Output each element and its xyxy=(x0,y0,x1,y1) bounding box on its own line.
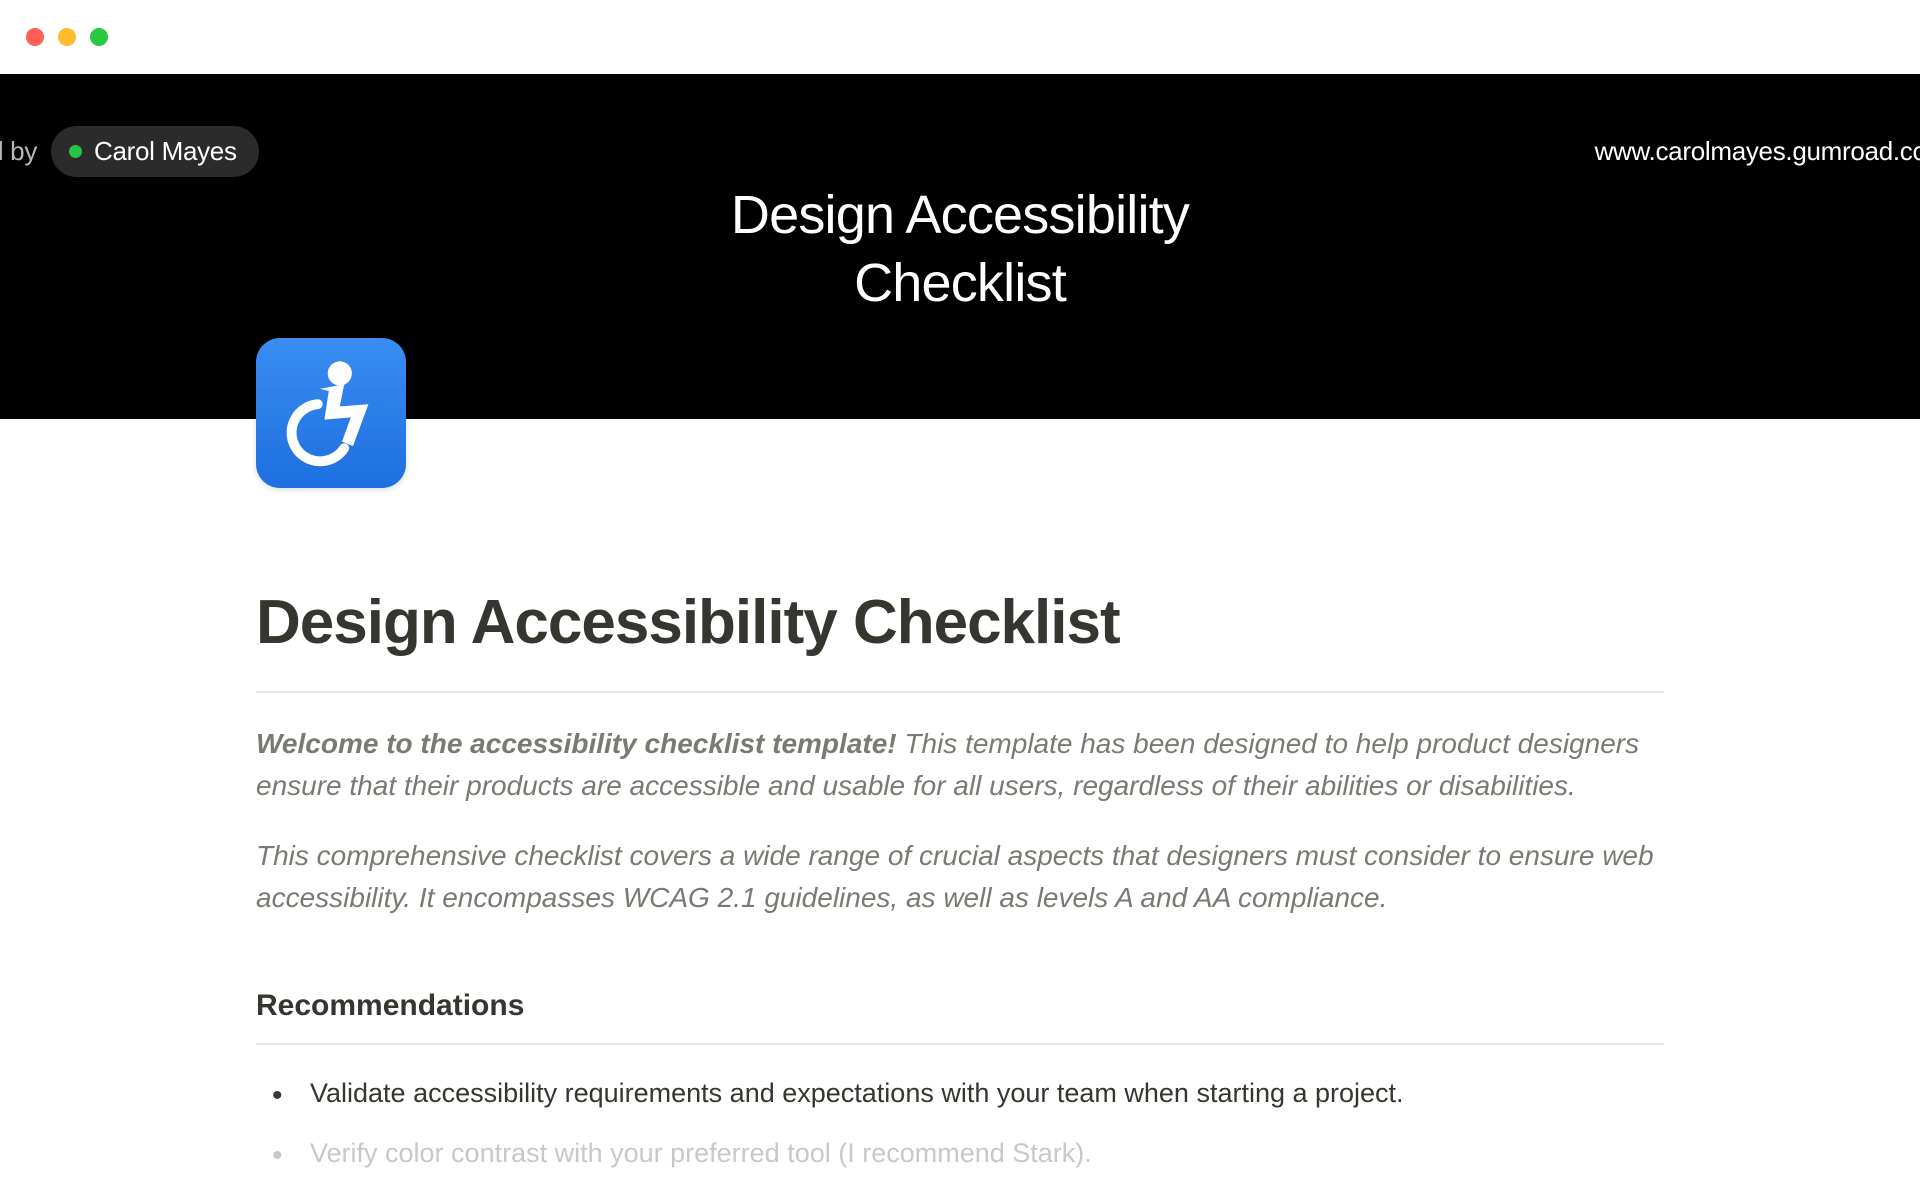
fullscreen-window-button[interactable] xyxy=(90,28,108,46)
page-content: Design Accessibility Checklist Welcome t… xyxy=(0,419,1920,1175)
divider xyxy=(256,691,1664,693)
list-item: Validate accessibility requirements and … xyxy=(272,1073,1664,1115)
page-icon-accessibility[interactable] xyxy=(256,338,406,488)
created-by-label: ted by xyxy=(0,136,37,167)
author-pill[interactable]: Carol Mayes xyxy=(51,126,259,177)
site-url[interactable]: www.carolmayes.gumroad.com xyxy=(1595,136,1920,167)
wheelchair-icon xyxy=(276,358,386,468)
window-titlebar xyxy=(0,0,1920,74)
intro-paragraph-2: This comprehensive checklist covers a wi… xyxy=(256,835,1664,919)
cover-title: Design Accessibility Checklist xyxy=(0,182,1920,317)
status-dot-icon xyxy=(69,145,82,158)
intro-paragraph-1: Welcome to the accessibility checklist t… xyxy=(256,723,1664,807)
cover-top-row: ted by Carol Mayes www.carolmayes.gumroa… xyxy=(0,126,1920,177)
recommendations-list: Validate accessibility requirements and … xyxy=(256,1073,1664,1175)
recommendations-heading: Recommendations xyxy=(256,989,1664,1023)
intro-bold: Welcome to the accessibility checklist t… xyxy=(256,728,897,759)
page-title: Design Accessibility Checklist xyxy=(256,589,1664,657)
list-item: Verify color contrast with your preferre… xyxy=(272,1133,1664,1175)
author-name: Carol Mayes xyxy=(94,136,237,167)
minimize-window-button[interactable] xyxy=(58,28,76,46)
divider xyxy=(256,1043,1664,1045)
close-window-button[interactable] xyxy=(26,28,44,46)
